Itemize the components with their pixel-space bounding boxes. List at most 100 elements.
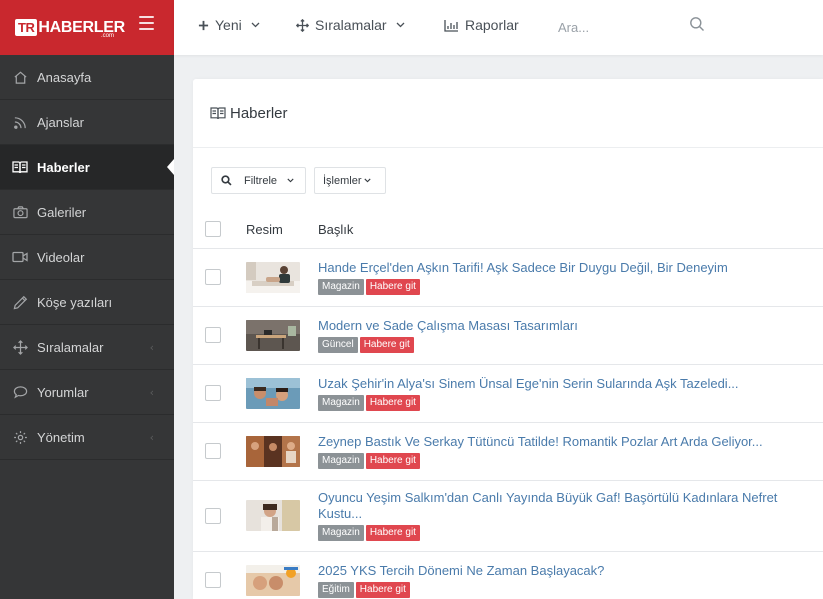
news-panel: Haberler Filtrele İşlemler Resim Başlık: [193, 79, 823, 599]
row-checkbox[interactable]: [205, 385, 221, 401]
newspaper-icon: [12, 159, 28, 175]
chevron-down-icon: [396, 22, 405, 28]
sidebar-item-label: Anasayfa: [37, 69, 92, 85]
comment-icon: [12, 384, 28, 400]
row-checkbox[interactable]: [205, 572, 221, 588]
sidebar-item-label: Sıralamalar: [37, 339, 104, 355]
news-title-link[interactable]: Uzak Şehir'in Alya'sı Sinem Ünsal Ege'ni…: [318, 376, 823, 392]
row-checkbox[interactable]: [205, 507, 221, 524]
category-badge[interactable]: Magazin: [318, 452, 364, 469]
sidebar-item-ajanslar[interactable]: Ajanslar: [0, 100, 174, 145]
top-bar: Yeni Sıralamalar Raporlar: [174, 0, 823, 55]
table-header-row: Resim Başlık: [193, 211, 823, 249]
panel-header: Haberler: [193, 79, 823, 148]
chevron-left-icon: ‹: [149, 430, 154, 444]
sidebar-item-label: Köşe yazıları: [37, 294, 113, 310]
news-thumbnail[interactable]: [246, 377, 300, 409]
news-title-link[interactable]: Oyuncu Yeşim Salkım'dan Canlı Yayında Bü…: [318, 490, 823, 522]
select-all-checkbox[interactable]: [205, 221, 221, 238]
row-checkbox[interactable]: [205, 269, 221, 285]
move-icon: [12, 339, 28, 355]
news-title-link[interactable]: Modern ve Sade Çalışma Masası Tasarımlar…: [318, 318, 823, 334]
chevron-down-icon: [363, 178, 371, 183]
table-row: Oyuncu Yeşim Salkım'dan Canlı Yayında Bü…: [193, 480, 823, 552]
video-icon: [12, 249, 28, 265]
news-thumbnail[interactable]: [246, 319, 300, 351]
sidebar-item-yonetim[interactable]: Yönetim ‹: [0, 415, 174, 460]
category-badge[interactable]: Eğitim: [318, 581, 354, 598]
news-thumbnail[interactable]: [246, 564, 300, 596]
page-title: Haberler: [230, 104, 288, 122]
row-checkbox[interactable]: [205, 327, 221, 343]
go-to-news-button[interactable]: Habere git: [365, 278, 420, 295]
reports-link[interactable]: Raporlar: [444, 17, 519, 33]
sidebar-item-label: Haberler: [37, 159, 90, 175]
news-table: Resim Başlık Hande Erçel'den Aşkın Tarif…: [193, 211, 823, 599]
logo-tr: TR: [15, 19, 38, 36]
table-row: 2025 YKS Tercih Dönemi Ne Zaman Başlayac…: [193, 551, 823, 599]
sidebar-item-label: Videolar: [37, 249, 85, 265]
search-icon[interactable]: [689, 16, 705, 36]
go-to-news-button[interactable]: Habere git: [359, 336, 414, 353]
rss-icon: [12, 114, 28, 130]
category-badge[interactable]: Güncel: [318, 336, 358, 353]
new-menu-button[interactable]: Yeni: [198, 17, 260, 33]
logo-suffix: .com: [101, 33, 115, 39]
go-to-news-button[interactable]: Habere git: [365, 452, 420, 469]
column-header-title: Başlık: [318, 211, 823, 249]
category-badge[interactable]: Magazin: [318, 394, 364, 411]
chevron-down-icon: [251, 22, 260, 28]
menu-toggle-icon[interactable]: [139, 16, 154, 34]
gear-icon: [12, 429, 28, 445]
sidebar-item-label: Yorumlar: [37, 384, 89, 400]
actions-dropdown[interactable]: İşlemler: [314, 167, 386, 194]
table-row: Zeynep Bastık Ve Serkay Tütüncü Tatilde!…: [193, 422, 823, 481]
go-to-news-button[interactable]: Habere git: [365, 394, 420, 411]
row-checkbox[interactable]: [205, 443, 221, 459]
filter-dropdown[interactable]: Filtrele: [211, 167, 306, 194]
news-title-link[interactable]: Hande Erçel'den Aşkın Tarifi! Aşk Sadece…: [318, 260, 823, 276]
news-thumbnail[interactable]: [246, 500, 300, 531]
sidebar-item-galeriler[interactable]: Galeriler: [0, 190, 174, 235]
news-title-link[interactable]: Zeynep Bastık Ve Serkay Tütüncü Tatilde!…: [318, 434, 823, 450]
sidebar-item-label: Galeriler: [37, 204, 87, 220]
bar-chart-icon: [444, 19, 459, 32]
pencil-icon: [12, 294, 28, 310]
sidebar: TR HABERLER .com Anasayfa Ajanslar Haber…: [0, 0, 174, 599]
reports-label: Raporlar: [465, 17, 519, 33]
search-input[interactable]: [558, 16, 708, 38]
newspaper-icon: [210, 106, 226, 120]
go-to-news-button[interactable]: Habere git: [365, 525, 420, 541]
rankings-menu-label: Sıralamalar: [315, 17, 387, 33]
column-header-image: Resim: [246, 211, 318, 249]
go-to-news-button[interactable]: Habere git: [355, 581, 410, 598]
sidebar-item-haberler[interactable]: Haberler: [0, 145, 174, 190]
search-icon: [221, 175, 232, 186]
table-row: Uzak Şehir'in Alya'sı Sinem Ünsal Ege'ni…: [193, 364, 823, 423]
sidebar-item-videolar[interactable]: Videolar: [0, 235, 174, 280]
sidebar-item-siralamalar[interactable]: Sıralamalar ‹: [0, 325, 174, 370]
category-badge[interactable]: Magazin: [318, 278, 364, 295]
news-title-link[interactable]: 2025 YKS Tercih Dönemi Ne Zaman Başlayac…: [318, 563, 823, 579]
actions-label: İşlemler: [323, 174, 362, 187]
sidebar-item-yorumlar[interactable]: Yorumlar ‹: [0, 370, 174, 415]
category-badge[interactable]: Magazin: [318, 525, 364, 541]
chevron-left-icon: ‹: [149, 340, 154, 354]
new-menu-label: Yeni: [215, 17, 242, 33]
sidebar-item-label: Ajanslar: [37, 114, 84, 130]
table-row: Modern ve Sade Çalışma Masası Tasarımlar…: [193, 306, 823, 365]
brand-bar: TR HABERLER .com: [0, 0, 174, 55]
rankings-menu-button[interactable]: Sıralamalar: [296, 17, 405, 33]
filter-label: Filtrele: [244, 174, 278, 187]
chevron-down-icon: [287, 178, 294, 183]
news-thumbnail[interactable]: [246, 435, 300, 467]
camera-icon: [12, 204, 28, 220]
panel-toolbar: Filtrele İşlemler: [211, 167, 386, 194]
table-row: Hande Erçel'den Aşkın Tarifi! Aşk Sadece…: [193, 248, 823, 307]
sidebar-item-kose-yazilari[interactable]: Köşe yazıları: [0, 280, 174, 325]
sidebar-item-anasayfa[interactable]: Anasayfa: [0, 55, 174, 100]
move-icon: [296, 18, 309, 32]
sidebar-nav: Anasayfa Ajanslar Haberler Galeriler Vid…: [0, 55, 174, 460]
home-icon: [12, 69, 28, 85]
news-thumbnail[interactable]: [246, 261, 300, 293]
